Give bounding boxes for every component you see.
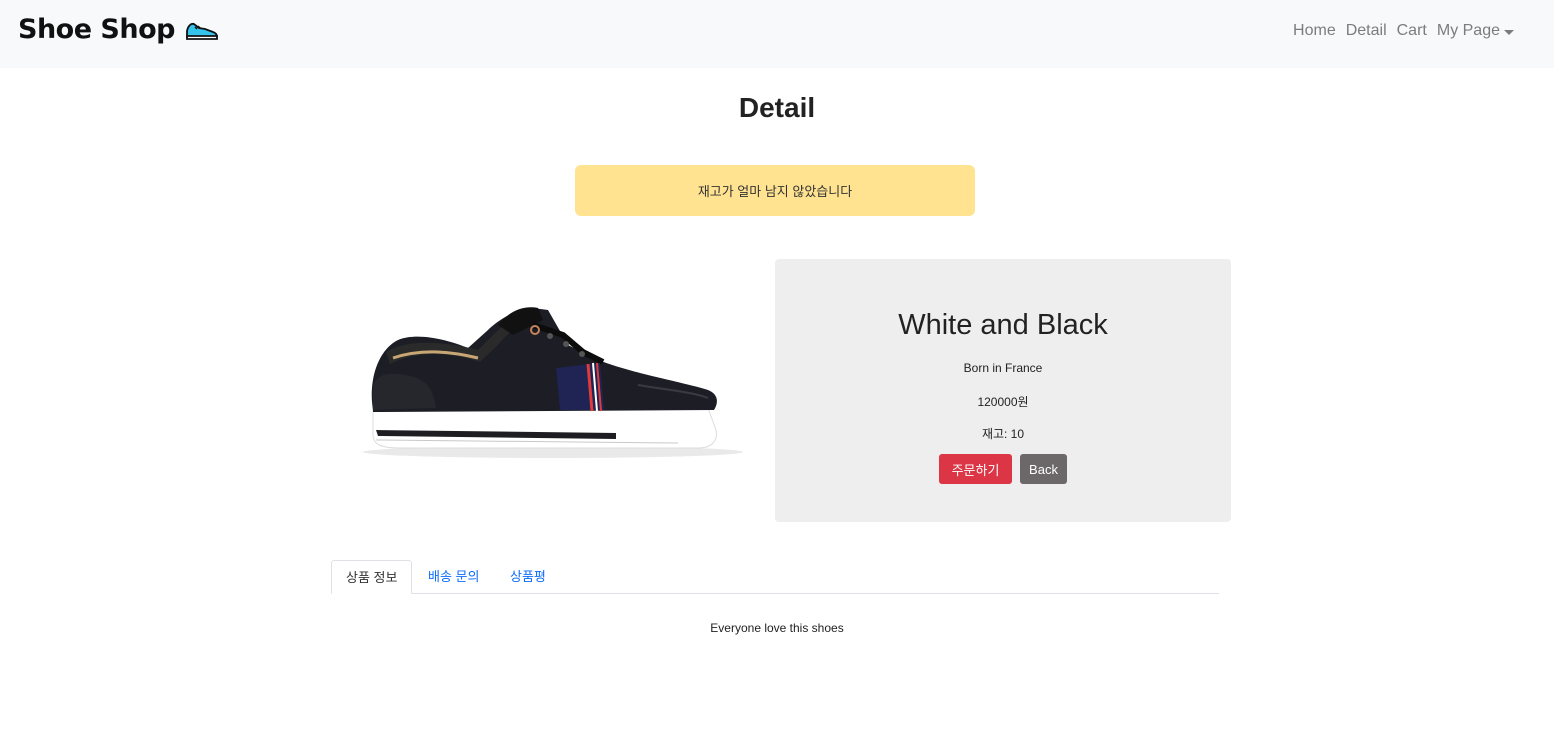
nav-mypage-dropdown[interactable]: My Page [1437,22,1514,40]
product-price: 120000원 [977,395,1029,409]
tab-product-info[interactable]: 상품 정보 [331,560,413,594]
stock-alert-text: 재고가 얼마 남지 않았습니다 [697,184,853,199]
tab-shipping-inquiry[interactable]: 배송 문의 [414,560,493,593]
sneaker-icon [186,22,218,40]
brand-logo[interactable]: Shoe Shop [18,14,219,45]
product-stock: 재고: 10 [981,427,1025,441]
brand-name[interactable]: Shoe Shop [18,14,175,45]
tab-reviews[interactable]: 상품평 [496,560,560,593]
stock-alert: 재고가 얼마 남지 않았습니다 [575,165,975,216]
shoe-image [363,307,743,458]
tab-content: Everyone love this shoes [710,621,844,635]
order-button[interactable]: 주문하기 [939,454,1012,484]
caret-down-icon [1504,29,1514,35]
product-image [338,290,763,465]
page-title: Detail [738,92,816,123]
product-tabs: 상품 정보 배송 문의 상품평 [331,560,1219,594]
nav-cart-link[interactable]: Cart [1397,22,1427,40]
product-name: White and Black [898,309,1108,341]
nav-links: Home Detail Cart My Page [1293,22,1514,40]
navbar: Shoe Shop Home Detail Cart My Page [0,0,1554,68]
nav-mypage-label[interactable]: My Page [1437,22,1500,40]
product-origin: Born in France [963,361,1043,375]
product-info-card: White and Black Born in France 120000원 재… [775,259,1231,522]
nav-detail-link[interactable]: Detail [1346,22,1387,40]
nav-home-link[interactable]: Home [1293,22,1336,40]
back-button[interactable]: Back [1020,454,1067,484]
